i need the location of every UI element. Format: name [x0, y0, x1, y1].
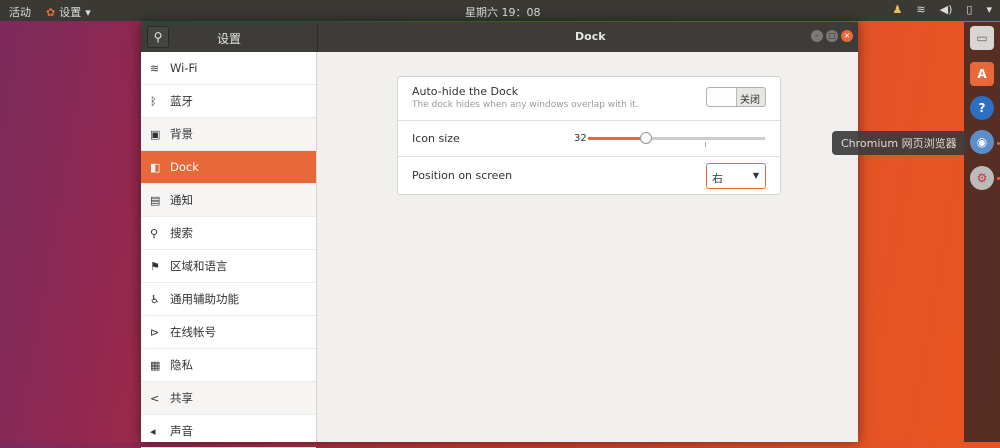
- activities-button[interactable]: 活动: [9, 4, 31, 20]
- toggle-state: 关闭: [740, 95, 760, 106]
- position-row: Position on screen 右 ▼: [398, 157, 780, 194]
- background-icon: ▣: [150, 127, 161, 141]
- notifications-icon: ▤: [150, 193, 161, 207]
- maximize-button[interactable]: □: [826, 30, 838, 42]
- sidebar-item-search[interactable]: ⚲ 搜索: [141, 217, 316, 250]
- chevron-down-icon: ▾: [85, 5, 91, 19]
- accessibility-icon: ♿: [150, 292, 160, 306]
- search-icon: ⚲: [153, 30, 163, 44]
- sidebar-item-label: 在线帐号: [170, 325, 216, 339]
- settings-app-icon: ✿: [46, 5, 56, 19]
- input-method-icon[interactable]: ♟: [893, 3, 903, 16]
- search-icon: ⚲: [150, 226, 159, 240]
- sidebar-item-label: 通用辅助功能: [170, 292, 239, 306]
- sidebar-item-region[interactable]: ⚑ 区域和语言: [141, 250, 316, 283]
- system-tray[interactable]: ♟ ≋ ◀) ▯ ▾: [893, 3, 992, 16]
- privacy-icon: ▦: [150, 358, 161, 372]
- icon-size-value: 32: [574, 133, 587, 144]
- chromium-icon[interactable]: ◉: [970, 130, 994, 154]
- sidebar-item-privacy[interactable]: ▦ 隐私: [141, 349, 316, 382]
- sidebar-item-background[interactable]: ▣ 背景: [141, 118, 316, 151]
- app-menu[interactable]: ✿ 设置 ▾: [46, 4, 91, 20]
- sidebar-item-wifi[interactable]: ≋ Wi-Fi: [141, 52, 316, 85]
- region-icon: ⚑: [150, 259, 160, 273]
- sound-icon: ◂: [150, 424, 156, 438]
- settings-icon[interactable]: ⚙: [970, 166, 994, 190]
- files-icon[interactable]: ▭: [970, 26, 994, 50]
- minimize-button[interactable]: –: [811, 30, 823, 42]
- sidebar-item-label: 通知: [170, 193, 193, 207]
- autohide-toggle[interactable]: 关闭: [706, 87, 766, 107]
- chevron-down-icon: ▼: [752, 171, 759, 180]
- autohide-row: Auto-hide the Dock The dock hides when a…: [398, 77, 780, 121]
- sidebar-item-dock[interactable]: ◧ Dock: [141, 151, 316, 184]
- search-button[interactable]: ⚲: [147, 26, 169, 48]
- help-icon[interactable]: ?: [970, 96, 994, 120]
- online-accounts-icon: ⊳: [150, 325, 160, 339]
- app-menu-label: 设置: [59, 6, 82, 19]
- dock-settings-panel: Auto-hide the Dock The dock hides when a…: [397, 76, 781, 195]
- sidebar-item-label: 共享: [170, 391, 193, 405]
- header-bar: ⚲ 设置 Dock – □ ×: [141, 22, 858, 52]
- sidebar-title: 设置: [217, 32, 242, 46]
- sidebar-item-label: Wi-Fi: [170, 61, 198, 75]
- dock: ▭ A ? ◉ ⚙: [964, 22, 1000, 442]
- battery-icon[interactable]: ▯: [966, 3, 972, 16]
- sidebar-item-label: 隐私: [170, 358, 193, 372]
- dock-tooltip: Chromium 网页浏览器: [832, 131, 966, 155]
- position-value: 右: [712, 172, 723, 185]
- wifi-icon: ≋: [150, 61, 160, 75]
- bluetooth-icon: ᛒ: [150, 94, 157, 108]
- sidebar-item-label: 背景: [170, 127, 193, 141]
- position-dropdown[interactable]: 右 ▼: [706, 163, 766, 189]
- icon-size-slider[interactable]: [588, 132, 765, 147]
- settings-window: ⚲ 设置 Dock – □ × ≋ Wi-Fi ᛒ 蓝牙 ▣ 背景 ◧ Dock ▤ 通知 ⚲ 搜索 ⚑…: [141, 22, 858, 448]
- sidebar-item-share[interactable]: < 共享: [141, 382, 316, 415]
- sidebar-item-online-accounts[interactable]: ⊳ 在线帐号: [141, 316, 316, 349]
- sidebar-item-label: 区域和语言: [170, 259, 228, 273]
- icon-size-row: Icon size 32: [398, 121, 780, 157]
- dock-icon: ◧: [150, 160, 161, 174]
- top-bar: 活动 ✿ 设置 ▾ 星期六 19：08 ♟ ≋ ◀) ▯ ▾: [0, 0, 1000, 21]
- sidebar-item-label: Dock: [170, 160, 199, 174]
- share-icon: <: [150, 391, 160, 405]
- software-center-icon[interactable]: A: [970, 62, 994, 86]
- sidebar-item-label: 蓝牙: [170, 94, 193, 108]
- sidebar-item-sound[interactable]: ◂ 声音: [141, 415, 316, 448]
- volume-icon[interactable]: ◀): [940, 3, 953, 16]
- sidebar-item-label: 搜索: [170, 226, 193, 240]
- sidebar-item-notifications[interactable]: ▤ 通知: [141, 184, 316, 217]
- sidebar-item-bluetooth[interactable]: ᛒ 蓝牙: [141, 85, 316, 118]
- panel-title: Dock: [575, 30, 606, 43]
- sidebar-item-label: 声音: [170, 424, 193, 438]
- sidebar: ≋ Wi-Fi ᛒ 蓝牙 ▣ 背景 ◧ Dock ▤ 通知 ⚲ 搜索 ⚑ 区域和语言 ♿ 通用辅助功能 ⊳ 在线帐…: [141, 52, 317, 448]
- clock[interactable]: 星期六 19：08: [465, 4, 541, 20]
- sidebar-item-accessibility[interactable]: ♿ 通用辅助功能: [141, 283, 316, 316]
- header-divider: [317, 22, 318, 52]
- network-icon[interactable]: ≋: [916, 3, 925, 16]
- close-button[interactable]: ×: [841, 30, 853, 42]
- chevron-down-icon[interactable]: ▾: [986, 3, 992, 16]
